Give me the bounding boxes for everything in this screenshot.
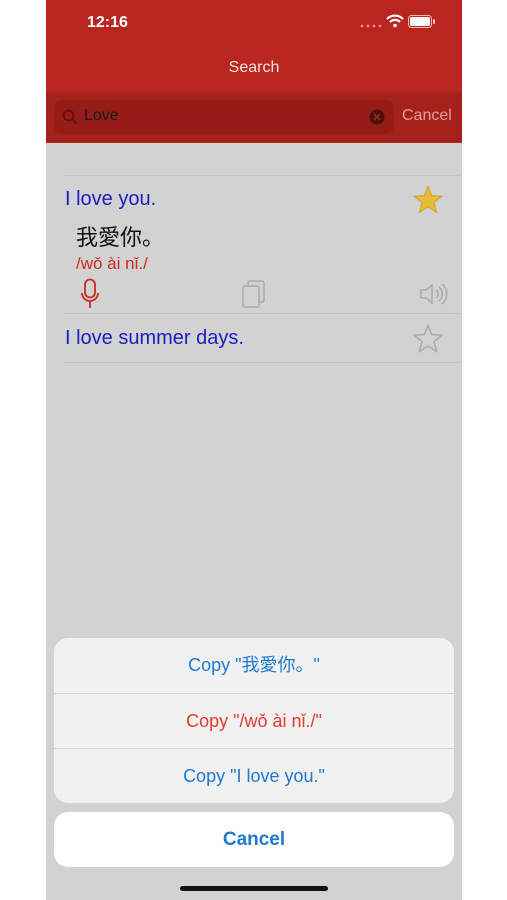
action-sheet-cancel-button[interactable]: Cancel bbox=[54, 812, 454, 867]
copy-chinese-option[interactable]: Copy "我愛你。" bbox=[54, 638, 454, 693]
search-value: Love bbox=[84, 107, 119, 124]
battery-icon bbox=[408, 15, 435, 28]
phone-screen: 12:16 Search Love Cancel I love you. 我愛你… bbox=[46, 0, 462, 900]
microphone-icon[interactable] bbox=[80, 278, 100, 310]
divider bbox=[64, 313, 462, 314]
english-sentence: I love summer days. bbox=[65, 327, 244, 349]
page-title: Search bbox=[228, 59, 280, 76]
signal-icon bbox=[360, 24, 382, 28]
copy-icon[interactable] bbox=[242, 280, 266, 308]
status-time: 12:16 bbox=[87, 14, 128, 31]
search-bar: Love Cancel bbox=[46, 92, 462, 142]
divider bbox=[64, 175, 462, 176]
home-indicator bbox=[180, 886, 328, 891]
english-sentence: I love you. bbox=[65, 188, 157, 210]
speaker-icon[interactable] bbox=[419, 282, 451, 306]
wifi-icon bbox=[386, 14, 404, 28]
favorite-star-outline-icon[interactable] bbox=[412, 324, 444, 354]
pinyin-text: /wǒ ài nǐ./ bbox=[76, 254, 148, 273]
chinese-sentence: 我愛你。 bbox=[76, 225, 165, 250]
copy-pinyin-option[interactable]: Copy "/wǒ ài nǐ./" bbox=[54, 694, 454, 749]
search-cancel-button[interactable]: Cancel bbox=[402, 107, 452, 125]
search-icon bbox=[62, 109, 78, 125]
divider bbox=[64, 362, 462, 363]
action-sheet: Copy "我愛你。" Copy "/wǒ ài nǐ./" Copy "I l… bbox=[54, 638, 454, 803]
header: 12:16 Search Love Cancel bbox=[46, 0, 462, 143]
favorite-star-icon[interactable] bbox=[412, 185, 444, 215]
copy-english-option[interactable]: Copy "I love you." bbox=[54, 749, 454, 803]
search-input[interactable]: Love bbox=[54, 100, 394, 134]
clear-search-icon[interactable] bbox=[369, 109, 385, 125]
